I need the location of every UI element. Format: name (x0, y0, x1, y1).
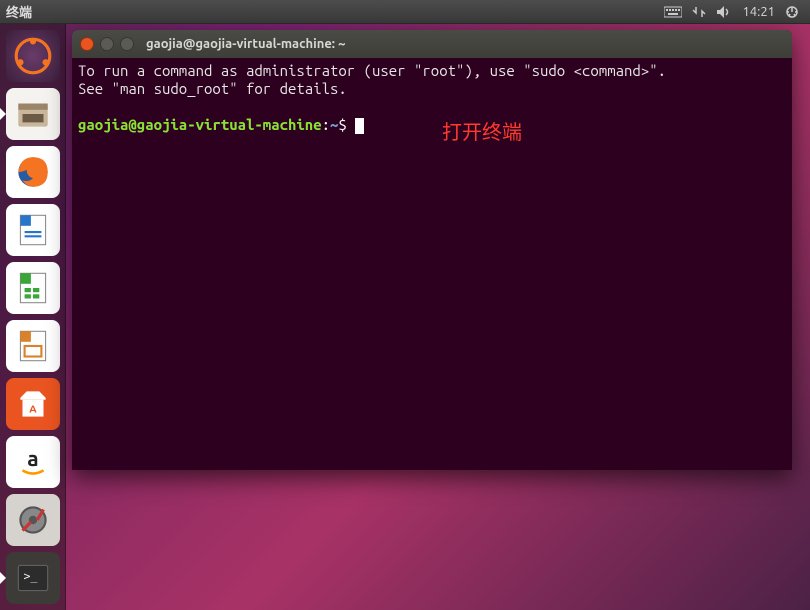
clock[interactable]: 14:21 (742, 5, 775, 19)
window-title: gaojia@gaojia-virtual-machine: ~ (146, 37, 345, 51)
svg-text:>_: >_ (23, 569, 37, 583)
terminal-motd-line1: To run a command as administrator (user … (78, 62, 666, 79)
keyboard-indicator-icon[interactable] (664, 5, 682, 19)
launcher-item-software[interactable]: A (6, 378, 60, 430)
top-panel: 终端 14:21 (0, 0, 810, 24)
active-app-title: 终端 (6, 2, 32, 21)
session-indicator-icon[interactable] (785, 5, 799, 19)
prompt-dollar: $ (338, 116, 355, 133)
prompt-user: gaojia@gaojia-virtual-machine (78, 116, 322, 133)
launcher-item-firefox[interactable] (6, 146, 60, 198)
launcher-item-writer[interactable] (6, 204, 60, 256)
launcher: A a >_ (0, 24, 66, 610)
svg-text:A: A (29, 402, 37, 414)
terminal-window: gaojia@gaojia-virtual-machine: ~ To run … (72, 30, 792, 470)
window-maximize-button[interactable] (120, 37, 134, 51)
volume-indicator-icon[interactable] (716, 5, 732, 19)
window-titlebar[interactable]: gaojia@gaojia-virtual-machine: ~ (72, 30, 792, 58)
window-minimize-button[interactable] (100, 37, 114, 51)
svg-text:a: a (27, 446, 38, 470)
terminal-body[interactable]: To run a command as administrator (user … (72, 58, 792, 470)
launcher-item-settings[interactable] (6, 494, 60, 546)
launcher-item-amazon[interactable]: a (6, 436, 60, 488)
annotation-label: 打开终端 (442, 124, 522, 142)
network-indicator-icon[interactable] (692, 5, 706, 19)
prompt-colon: : (322, 116, 330, 133)
launcher-item-impress[interactable] (6, 320, 60, 372)
terminal-motd-line2: See "man sudo_root" for details. (78, 80, 347, 97)
terminal-cursor (355, 118, 364, 134)
launcher-item-calc[interactable] (6, 262, 60, 314)
launcher-item-files[interactable] (6, 88, 60, 140)
launcher-item-terminal[interactable]: >_ (6, 552, 60, 604)
window-close-button[interactable] (80, 37, 94, 51)
launcher-item-dash[interactable] (6, 30, 60, 82)
